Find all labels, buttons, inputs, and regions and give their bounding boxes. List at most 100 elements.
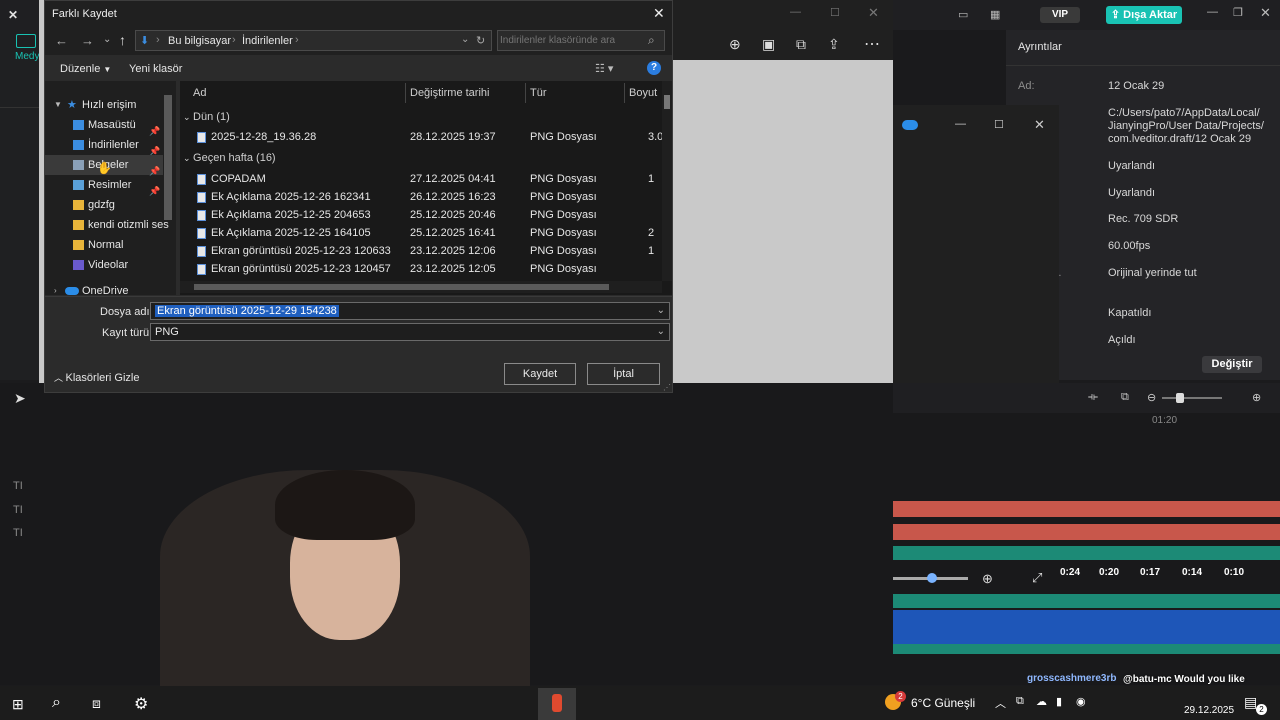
view-options-icon[interactable]: ☷ ▾	[595, 62, 613, 75]
filename-input[interactable]: Ekran görüntüsü 2025-12-29 154238	[155, 305, 339, 317]
cancel-button[interactable]: İptal	[587, 363, 660, 385]
video-track-clip[interactable]	[893, 610, 1280, 644]
clock-date[interactable]: 29.12.2025	[1184, 705, 1234, 716]
group-header[interactable]: ⌄ Dün (1)	[183, 108, 230, 126]
od-minimize-icon[interactable]: —	[955, 118, 966, 130]
filename-field[interactable]: Ekran görüntüsü 2025-12-29 154238 ⌄	[150, 302, 670, 320]
refresh-icon[interactable]: ↻	[476, 34, 485, 47]
replace-icon[interactable]: ⧉	[1121, 391, 1129, 404]
export-button[interactable]: ⇪ Dışa Aktar	[1106, 6, 1182, 24]
task-view-icon[interactable]: ⧈	[92, 695, 101, 712]
nav-onedrive[interactable]: › OneDrive	[45, 281, 163, 301]
nav-item-5[interactable]: gdzfg	[45, 195, 163, 215]
up-icon[interactable]: ↑	[119, 32, 126, 48]
file-row[interactable]: COPADAM 27.12.2025 04:41 PNG Dosyası 1	[180, 170, 660, 188]
nav-item-1[interactable]: Masaüstü 📌	[45, 115, 163, 136]
viewer-close-icon[interactable]: ✕	[868, 5, 879, 21]
filename-dropdown-icon[interactable]: ⌄	[657, 303, 665, 319]
preview-zoom-icon[interactable]: ⊕	[982, 571, 993, 587]
viewer-minimize-icon[interactable]: —	[790, 6, 801, 18]
nav-item-4[interactable]: Resimler 📌	[45, 175, 163, 196]
expand-chevron-icon[interactable]: ▼	[54, 95, 62, 115]
select-tool-icon[interactable]: ➤	[14, 390, 26, 407]
preview-slider-thumb[interactable]	[927, 573, 937, 583]
column-date[interactable]: Değiştirme tarihi	[410, 81, 489, 105]
column-type[interactable]: Tür	[530, 81, 547, 105]
more-icon[interactable]: ⋯	[864, 34, 880, 54]
filetype-select[interactable]: PNG ⌄	[150, 323, 670, 341]
group-header[interactable]: ⌄ Geçen hafta (16)	[183, 149, 276, 167]
layout-icon[interactable]: ▭	[958, 8, 968, 21]
zoom-in-timeline-icon[interactable]: ⊕	[1252, 391, 1261, 404]
address-box[interactable]: ⬇ › Bu bilgisayar › İndirilenler › ⌄ ↻	[135, 30, 492, 51]
address-dropdown-icon[interactable]: ⌄	[461, 34, 469, 45]
tray-device-icon[interactable]: ⧉	[1016, 695, 1024, 708]
nav-item-2[interactable]: İndirilenler 📌	[45, 135, 163, 156]
grid-icon[interactable]: ▦	[990, 8, 1000, 21]
column-name[interactable]: Ad	[193, 81, 206, 105]
search-input[interactable]	[500, 33, 640, 48]
dialog-close-icon[interactable]: ✕	[653, 5, 665, 22]
zoom-slider-track[interactable]	[1162, 397, 1222, 399]
media-icon[interactable]	[16, 34, 36, 48]
split-icon[interactable]: ⟛	[1088, 391, 1098, 404]
share-icon[interactable]: ⇪	[828, 36, 840, 53]
new-folder-button[interactable]: Yeni klasör	[129, 63, 182, 75]
back-icon[interactable]: ←	[55, 33, 68, 48]
group-collapse-icon[interactable]: ⌄	[183, 112, 193, 122]
breadcrumb-this-pc[interactable]: Bu bilgisayar	[168, 35, 231, 47]
search-box[interactable]: ⌕	[497, 30, 665, 51]
forward-icon[interactable]: →	[81, 33, 94, 48]
modify-button[interactable]: Değiştir	[1202, 356, 1262, 373]
organize-button[interactable]: Düzenle ▼	[60, 63, 111, 75]
save-button[interactable]: Kaydet	[504, 363, 576, 385]
hide-folders-button[interactable]: ︿ Klasörleri Gizle	[54, 371, 139, 384]
file-hscrollbar-thumb[interactable]	[194, 284, 609, 290]
od-close-icon[interactable]: ✕	[1034, 117, 1045, 133]
zoom-slider-thumb[interactable]	[1176, 393, 1184, 403]
nav-item-6[interactable]: kendi otizmli ses	[45, 215, 169, 235]
viewer-maximize-icon[interactable]: ☐	[830, 6, 840, 19]
save-icon[interactable]: ▣	[762, 36, 775, 53]
nav-item-7[interactable]: Normal	[45, 235, 163, 255]
file-row[interactable]: 2025-12-28_19.36.28 28.12.2025 19:37 PNG D…	[180, 128, 663, 146]
file-row[interactable]: Ekran görüntüsü 2025-12-23 120633 23.12.2…	[180, 242, 660, 260]
start-icon[interactable]: ⊞	[12, 696, 24, 713]
text-track-clip-2[interactable]	[893, 524, 1280, 540]
weather-text[interactable]: 6°C Güneşli	[911, 696, 975, 710]
vip-badge[interactable]: VIP	[1040, 7, 1080, 23]
filetype-dropdown-icon[interactable]: ⌄	[657, 324, 665, 340]
collapse-chevron-icon[interactable]: ›	[54, 281, 57, 301]
zoom-in-icon[interactable]: ⊕	[729, 36, 741, 53]
file-scrollbar[interactable]	[662, 81, 672, 281]
od-maximize-icon[interactable]: ☐	[994, 118, 1004, 131]
resize-grip-icon[interactable]: ⋰	[663, 383, 671, 392]
file-row[interactable]: Ekran görüntüsü 2025-12-23 120457 23.12.2…	[180, 260, 660, 278]
search-magnifier-icon[interactable]: ⌕	[648, 33, 655, 48]
nav-item-8[interactable]: Videolar	[45, 255, 163, 275]
file-row[interactable]: Ek Açıklama 2025-12-25 204653 25.12.2025 …	[180, 206, 660, 224]
file-scrollbar-thumb[interactable]	[664, 95, 670, 109]
file-hscrollbar[interactable]	[180, 281, 662, 293]
tray-wifi-icon[interactable]: ◉	[1076, 695, 1086, 708]
settings-gear-icon[interactable]: ⚙	[134, 694, 148, 714]
nav-scrollbar-thumb[interactable]	[164, 95, 172, 220]
tray-chevron-icon[interactable]: ︿	[995, 695, 1006, 711]
tray-cloud-icon[interactable]: ☁	[1036, 695, 1047, 708]
breadcrumb-downloads[interactable]: İndirilenler	[242, 35, 293, 47]
zoom-out-icon[interactable]: ⊖	[1147, 391, 1156, 404]
group-collapse-icon[interactable]: ⌄	[183, 153, 193, 163]
taskbar-app-active[interactable]	[538, 688, 576, 720]
effect-track-clip[interactable]	[893, 546, 1280, 560]
search-icon[interactable]: ⌕	[52, 694, 61, 712]
close-icon[interactable]: ✕	[1260, 5, 1271, 21]
restore-icon[interactable]: ❐	[1233, 6, 1243, 19]
column-size[interactable]: Boyut	[629, 81, 657, 105]
copy-icon[interactable]: ⧉	[796, 36, 806, 53]
tray-mic-icon[interactable]: ▮	[1056, 695, 1062, 708]
help-icon[interactable]: ?	[647, 61, 661, 75]
file-row[interactable]: Ek Açıklama 2025-12-25 164105 25.12.2025 …	[180, 224, 660, 242]
minimize-icon[interactable]: —	[1207, 6, 1218, 18]
effect-track-clip-2[interactable]	[893, 594, 1280, 608]
recent-chevron-icon[interactable]: ⌄	[103, 34, 111, 45]
